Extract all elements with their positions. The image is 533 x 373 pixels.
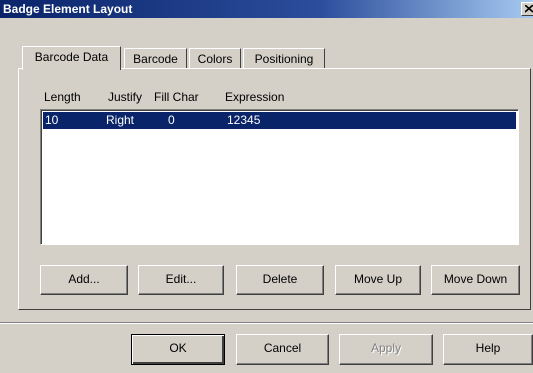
cancel-button[interactable]: Cancel <box>236 334 329 365</box>
close-icon <box>525 5 533 13</box>
apply-button[interactable]: Apply <box>339 334 433 365</box>
cell-justify: Right <box>106 113 135 127</box>
tab-positioning[interactable]: Positioning <box>243 48 325 70</box>
add-button[interactable]: Add... <box>40 265 128 295</box>
cell-length: 10 <box>45 113 59 127</box>
ok-button[interactable]: OK <box>131 334 225 365</box>
column-header-expression: Expression <box>225 90 285 104</box>
tab-label: Barcode <box>133 52 178 66</box>
barcode-data-list[interactable]: 10 Right 0 12345 <box>40 109 519 245</box>
cell-fill-char: 0 <box>168 113 175 127</box>
move-up-button[interactable]: Move Up <box>335 265 421 295</box>
tab-colors[interactable]: Colors <box>189 48 241 70</box>
tab-label: Positioning <box>254 52 314 66</box>
tab-label: Barcode Data <box>34 50 109 64</box>
edit-button[interactable]: Edit... <box>138 265 224 295</box>
close-button[interactable] <box>521 2 533 16</box>
help-button[interactable]: Help <box>443 334 533 365</box>
column-header-justify: Justify <box>108 90 143 104</box>
tab-barcode[interactable]: Barcode <box>124 48 187 70</box>
separator <box>0 322 533 324</box>
tab-label: Colors <box>197 52 233 66</box>
delete-button[interactable]: Delete <box>236 265 324 295</box>
column-header-fill-char: Fill Char <box>154 90 199 104</box>
title-bar[interactable]: Badge Element Layout <box>0 0 533 18</box>
tab-barcode-data[interactable]: Barcode Data <box>22 46 121 70</box>
column-header-length: Length <box>44 90 81 104</box>
dialog-window: Badge Element Layout Barcode Data Barcod… <box>0 0 533 373</box>
move-down-button[interactable]: Move Down <box>431 265 520 295</box>
cell-expression: 12345 <box>227 113 261 127</box>
window-title: Badge Element Layout <box>3 2 133 16</box>
list-item[interactable]: 10 Right 0 12345 <box>43 112 516 129</box>
